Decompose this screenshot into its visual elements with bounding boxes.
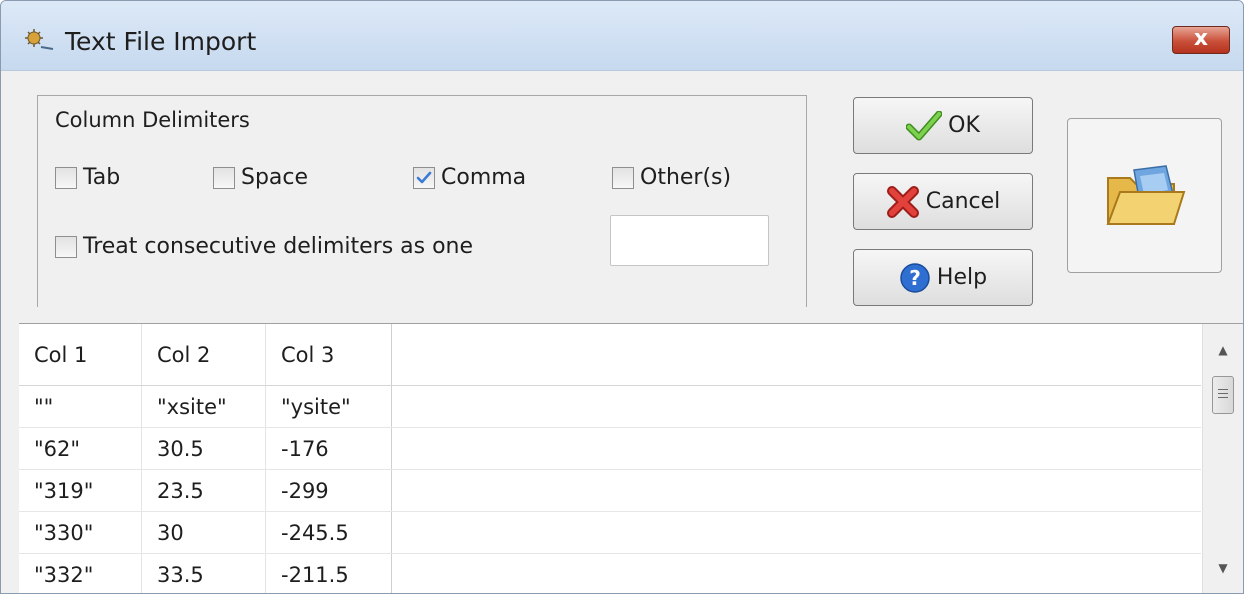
table-cell: 23.5 bbox=[142, 470, 266, 511]
title-bar: Text File Import x bbox=[1, 1, 1243, 71]
table-cell: "xsite" bbox=[142, 386, 266, 427]
check-icon bbox=[906, 110, 943, 141]
table-cell: -176 bbox=[266, 428, 392, 469]
help-icon: ? bbox=[899, 262, 931, 294]
table-cell: -299 bbox=[266, 470, 392, 511]
scrollbar-thumb[interactable] bbox=[1212, 376, 1234, 414]
help-button[interactable]: ? Help bbox=[853, 249, 1033, 306]
vertical-scrollbar[interactable]: ▲ ▼ bbox=[1202, 324, 1243, 593]
comma-label: Comma bbox=[441, 165, 527, 190]
column-header[interactable]: Col 3 bbox=[266, 324, 392, 385]
column-header[interactable]: Col 1 bbox=[19, 324, 142, 385]
checkmark-icon bbox=[416, 171, 432, 183]
tab-checkbox[interactable] bbox=[55, 166, 77, 189]
column-header[interactable]: Col 2 bbox=[142, 324, 266, 385]
table-cell: -245.5 bbox=[266, 512, 392, 553]
table-cell: "ysite" bbox=[266, 386, 392, 427]
cancel-button[interactable]: Cancel bbox=[853, 173, 1033, 230]
app-icon bbox=[23, 29, 57, 51]
others-checkbox-row[interactable]: Other(s) bbox=[612, 165, 731, 190]
table-cell: "62" bbox=[19, 428, 142, 469]
consecutive-delimiters-checkbox[interactable] bbox=[55, 235, 77, 258]
table-cell: "332" bbox=[19, 554, 142, 593]
open-folder-icon bbox=[1106, 165, 1186, 225]
cancel-label: Cancel bbox=[925, 189, 1001, 214]
open-file-button[interactable] bbox=[1067, 118, 1222, 273]
table-cell: 30.5 bbox=[142, 428, 266, 469]
red-x-icon bbox=[886, 185, 920, 219]
column-delimiters-label: Column Delimiters bbox=[55, 108, 250, 132]
grid-left-margin bbox=[1, 323, 19, 593]
ok-label: OK bbox=[948, 113, 980, 138]
help-label: Help bbox=[936, 265, 988, 290]
grip-icon bbox=[1218, 389, 1228, 401]
grid-header-row: Col 1 Col 2 Col 3 bbox=[19, 324, 1201, 386]
tab-checkbox-row[interactable]: Tab bbox=[55, 165, 120, 190]
table-cell: "319" bbox=[19, 470, 142, 511]
table-row: "319" 23.5 -299 bbox=[19, 470, 1201, 512]
table-cell: "" bbox=[19, 386, 142, 427]
others-checkbox[interactable] bbox=[612, 166, 634, 189]
space-checkbox-row[interactable]: Space bbox=[213, 165, 308, 190]
scroll-up-arrow-icon[interactable]: ▲ bbox=[1203, 332, 1243, 368]
space-label: Space bbox=[241, 165, 309, 190]
window-title: Text File Import bbox=[65, 27, 257, 56]
table-row: "332" 33.5 -211.5 bbox=[19, 554, 1201, 593]
consecutive-delimiters-label: Treat consecutive delimiters as one bbox=[83, 234, 474, 259]
scroll-down-arrow-icon[interactable]: ▼ bbox=[1203, 550, 1243, 586]
table-row: "" "xsite" "ysite" bbox=[19, 386, 1201, 428]
table-cell: 30 bbox=[142, 512, 266, 553]
comma-checkbox[interactable] bbox=[413, 166, 435, 189]
others-label: Other(s) bbox=[640, 165, 732, 190]
preview-grid: Col 1 Col 2 Col 3 "" "xsite" "ysite" "62… bbox=[19, 323, 1243, 593]
comma-checkbox-row[interactable]: Comma bbox=[413, 165, 526, 190]
other-delimiter-input[interactable] bbox=[610, 215, 769, 266]
table-cell: 33.5 bbox=[142, 554, 266, 593]
close-button[interactable]: x bbox=[1172, 26, 1230, 54]
table-cell: "330" bbox=[19, 512, 142, 553]
ok-button[interactable]: OK bbox=[853, 97, 1033, 154]
text-file-import-dialog: Text File Import x Column Delimiters Tab… bbox=[0, 0, 1244, 594]
table-cell: -211.5 bbox=[266, 554, 392, 593]
table-row: "330" 30 -245.5 bbox=[19, 512, 1201, 554]
table-row: "62" 30.5 -176 bbox=[19, 428, 1201, 470]
consecutive-checkbox-row[interactable]: Treat consecutive delimiters as one bbox=[55, 234, 473, 259]
tab-label: Tab bbox=[83, 165, 121, 190]
svg-text:?: ? bbox=[909, 266, 921, 290]
space-checkbox[interactable] bbox=[213, 166, 235, 189]
